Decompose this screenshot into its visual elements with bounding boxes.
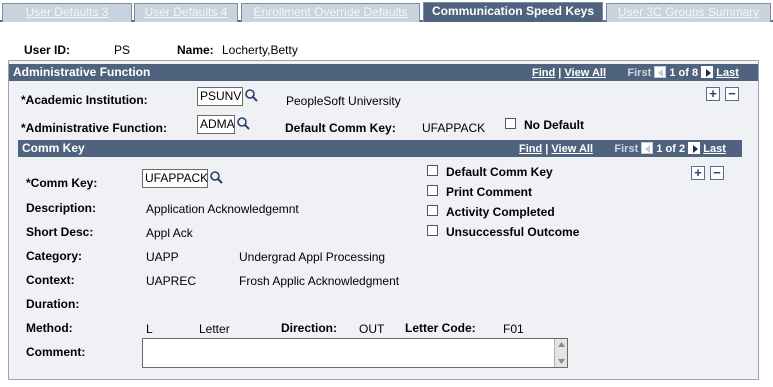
- admin-next-arrow-icon[interactable]: [701, 66, 714, 78]
- letter-code-label: Letter Code:: [405, 321, 476, 335]
- administrative-function-label: *Administrative Function:: [21, 121, 168, 135]
- activity-completed-checkbox[interactable]: [427, 205, 438, 216]
- administrative-function-input[interactable]: ADMA: [197, 115, 235, 134]
- admin-row-count: 1 of 8: [669, 67, 699, 79]
- admin-header-title: Administrative Function: [13, 65, 151, 79]
- default-comm-key-label: Default Comm Key:: [285, 121, 396, 135]
- no-default-label: No Default: [524, 118, 584, 132]
- admin-first-label: First: [627, 67, 652, 79]
- administrative-function-header: Administrative Function Find | View All …: [9, 64, 758, 81]
- print-comment-label: Print Comment: [446, 185, 533, 199]
- comm-row-count: 1 of 2: [656, 143, 686, 155]
- comment-scroll-arrows-icon[interactable]: [555, 339, 568, 367]
- comm-first-label: First: [614, 143, 639, 155]
- comm-key-header-title: Comm Key: [22, 141, 85, 155]
- comm-delete-row-minus-icon[interactable]: −: [710, 166, 724, 180]
- user-id-label: User ID:: [24, 43, 71, 57]
- comm-find-link[interactable]: Find: [519, 143, 542, 155]
- default-comm-key-checkbox[interactable]: [427, 165, 438, 176]
- name-value: Locherty,Betty: [222, 43, 298, 57]
- comment-scrollbar[interactable]: [554, 339, 567, 367]
- description-value: Application Acknowledgemnt: [146, 202, 299, 216]
- comm-nav-sep: |: [545, 143, 549, 155]
- comm-last-link[interactable]: Last: [703, 143, 726, 155]
- comm-prev-arrow-icon[interactable]: [641, 142, 654, 154]
- letter-code-value: F01: [503, 322, 524, 336]
- comm-key-label: *Comm Key:: [26, 176, 98, 190]
- context-description: Frosh Applic Acknowledgment: [239, 274, 400, 288]
- category-code: UAPP: [146, 250, 179, 264]
- admin-view-all-link[interactable]: View All: [564, 67, 606, 79]
- print-comment-checkbox[interactable]: [427, 185, 438, 196]
- tab-bar: User Defaults 3 User Defaults 4 Enrollme…: [0, 0, 773, 22]
- admin-prev-arrow-icon[interactable]: [654, 66, 667, 78]
- unsuccessful-outcome-checkbox[interactable]: [427, 225, 438, 236]
- context-label: Context:: [26, 273, 75, 287]
- comm-key-lookup-magnifier-icon[interactable]: [209, 170, 224, 185]
- direction-value: OUT: [359, 322, 385, 336]
- admin-delete-row-minus-icon[interactable]: −: [725, 87, 739, 101]
- name-label: Name:: [177, 43, 214, 57]
- context-code: UAPREC: [146, 274, 197, 288]
- default-comm-key-checkbox-label: Default Comm Key: [446, 165, 553, 179]
- comm-nav: Find | View All First 1 of 2 Last: [519, 141, 726, 157]
- comment-label: Comment:: [26, 345, 86, 359]
- admin-nav: Find | View All First 1 of 8 Last: [532, 65, 739, 81]
- direction-label: Direction:: [281, 321, 338, 335]
- default-comm-key-value: UFAPPACK: [422, 121, 486, 135]
- short-desc-value: Appl Ack: [146, 226, 193, 240]
- category-description: Undergrad Appl Processing: [239, 250, 386, 264]
- comm-add-row-plus-icon[interactable]: +: [691, 166, 705, 180]
- academic-institution-label: *Academic Institution:: [21, 93, 148, 107]
- tab-communication-speed-keys[interactable]: Communication Speed Keys: [423, 2, 603, 22]
- comment-textarea[interactable]: [142, 338, 568, 368]
- administrative-function-lookup-magnifier-icon[interactable]: [236, 116, 251, 131]
- admin-find-link[interactable]: Find: [532, 67, 555, 79]
- comm-key-input[interactable]: UFAPPACK: [142, 169, 208, 188]
- admin-last-link[interactable]: Last: [716, 67, 739, 79]
- comm-view-all-link[interactable]: View All: [551, 143, 593, 155]
- method-description: Letter: [199, 322, 230, 336]
- method-code: L: [146, 322, 153, 336]
- category-label: Category:: [26, 249, 83, 263]
- no-default-checkbox[interactable]: [505, 118, 516, 129]
- academic-institution-input[interactable]: PSUNV: [197, 87, 243, 106]
- admin-nav-sep: |: [558, 67, 562, 79]
- admin-add-row-plus-icon[interactable]: +: [706, 87, 720, 101]
- tab-user-defaults-3[interactable]: User Defaults 3: [2, 3, 132, 22]
- tab-enrollment-override-defaults[interactable]: Enrollment Override Defaults: [241, 3, 420, 22]
- user-id-value: PS: [114, 43, 131, 57]
- academic-institution-lookup-magnifier-icon[interactable]: [244, 88, 259, 103]
- tab-user-3c-groups-summary[interactable]: User 3C Groups Summary: [606, 3, 771, 22]
- short-desc-label: Short Desc:: [26, 225, 94, 239]
- activity-completed-label: Activity Completed: [446, 205, 555, 219]
- duration-label: Duration:: [26, 297, 80, 311]
- method-label: Method:: [26, 321, 73, 335]
- academic-institution-description: PeopleSoft University: [286, 94, 401, 108]
- comm-key-header: Comm Key Find | View All First 1 of 2 La…: [18, 140, 742, 157]
- unsuccessful-outcome-label: Unsuccessful Outcome: [446, 225, 580, 239]
- description-label: Description:: [26, 201, 97, 215]
- tab-user-defaults-4[interactable]: User Defaults 4: [134, 3, 238, 22]
- comm-next-arrow-icon[interactable]: [688, 142, 701, 154]
